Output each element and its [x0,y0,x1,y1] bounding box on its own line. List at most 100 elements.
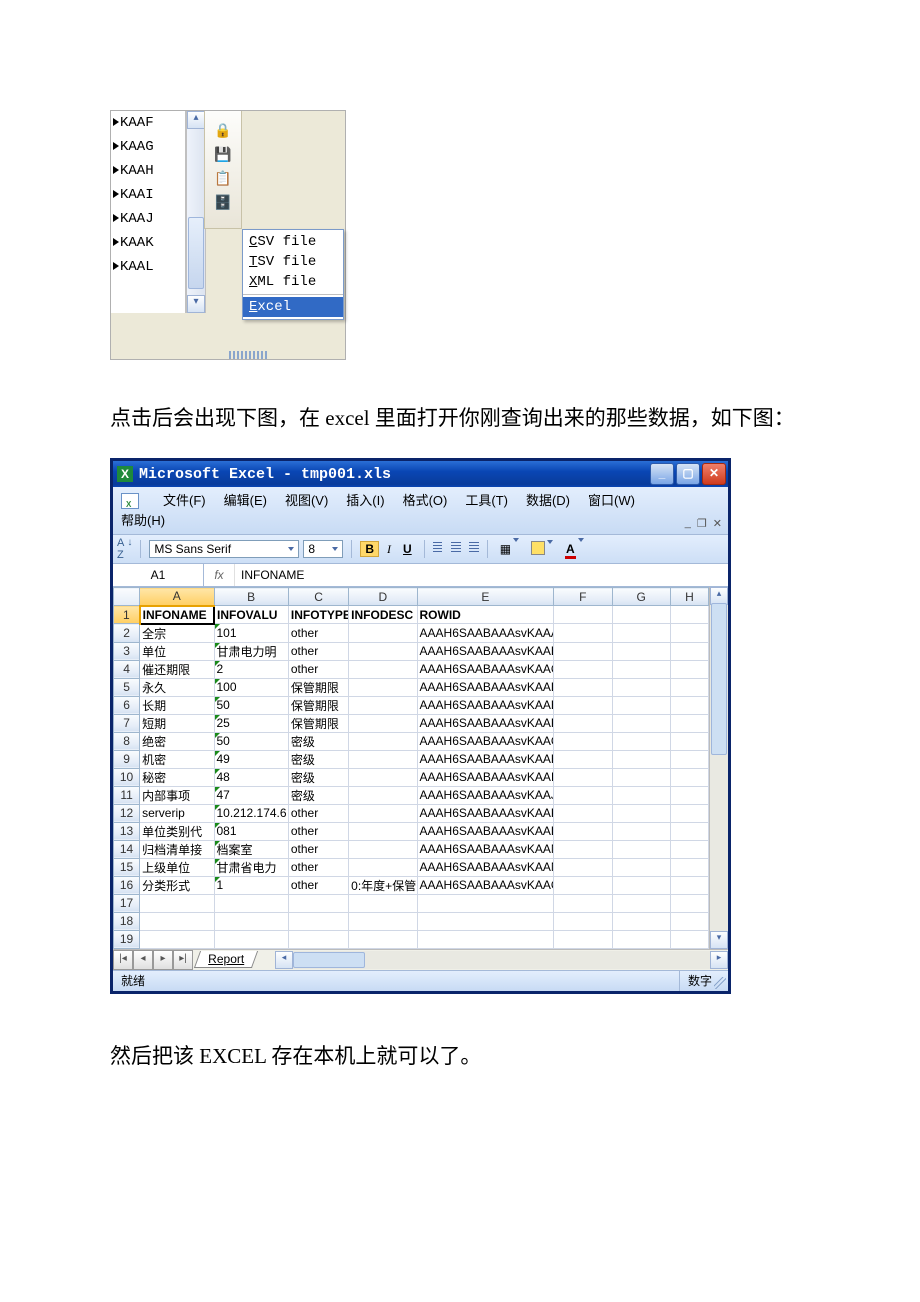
mdi-close-button[interactable]: ✕ [713,517,722,530]
bold-button[interactable]: B [360,541,379,557]
column-header[interactable]: B [214,588,288,606]
cell[interactable]: 永久 [140,678,214,696]
cell[interactable]: AAAH6SAABAAAsvKAAG [417,732,554,750]
cell[interactable]: AAAH6SAABAAAsvKAAA [417,624,554,643]
cell[interactable] [670,606,708,624]
cell[interactable] [349,624,417,643]
row-header[interactable]: 8 [114,732,140,750]
cell[interactable]: AAAH6SAABAAAsvKAAB [417,642,554,660]
borders-button[interactable]: ▦ [496,540,523,558]
cell[interactable] [349,660,417,678]
row-header[interactable]: 12 [114,804,140,822]
cell[interactable]: 单位 [140,642,214,660]
cell[interactable] [140,912,214,930]
cell[interactable]: ROWID [417,606,554,624]
menu-item-csv[interactable]: CSV file [243,232,343,252]
cell[interactable]: AAAH6SAABAAAsvKAAF [417,714,554,732]
cell[interactable]: 081 [214,822,288,840]
menu-format[interactable]: 格式(O) [403,491,448,511]
cell[interactable] [554,624,612,643]
cell[interactable] [670,804,708,822]
cell[interactable]: other [288,642,348,660]
cell[interactable] [670,840,708,858]
resize-grip[interactable] [714,977,726,989]
menu-file[interactable]: 文件(F) [163,491,206,511]
cell[interactable] [349,786,417,804]
cell[interactable] [612,714,670,732]
list-item[interactable]: KAAK [111,231,185,255]
cell[interactable]: serverip [140,804,214,822]
cell[interactable]: AAAH6SAABAAAsvKAAM [417,840,554,858]
list-item[interactable]: KAAI [111,183,185,207]
cell[interactable] [612,858,670,876]
cell[interactable] [349,930,417,948]
cell[interactable] [554,660,612,678]
menu-window[interactable]: 窗口(W) [588,491,635,511]
list-item[interactable]: KAAJ [111,207,185,231]
sheet-tab-report[interactable]: Report [194,951,258,968]
column-header[interactable]: G [612,588,670,606]
cell[interactable]: 48 [214,768,288,786]
mdi-restore-button[interactable]: ❐ [697,517,707,530]
cell[interactable] [612,804,670,822]
cell[interactable] [349,858,417,876]
cell[interactable] [670,894,708,912]
cell[interactable] [612,894,670,912]
cell[interactable]: 档案室 [214,840,288,858]
cell[interactable]: 101 [214,624,288,643]
save-icon[interactable]: 💾 [212,143,234,165]
column-header[interactable]: A [140,588,214,606]
cell[interactable] [214,894,288,912]
close-button[interactable]: ✕ [702,463,726,485]
minimize-button[interactable]: _ [650,463,674,485]
maximize-button[interactable]: ▢ [676,463,700,485]
formula-input[interactable]: INFONAME [235,564,728,586]
cell[interactable]: 47 [214,786,288,804]
row-header[interactable]: 6 [114,696,140,714]
fx-icon[interactable]: fx [204,564,235,586]
name-box[interactable]: A1 [113,564,204,586]
cell[interactable] [288,912,348,930]
menu-item-excel[interactable]: Excel [243,297,343,317]
spreadsheet-grid[interactable]: ABCDEFGH 1INFONAMEINFOVALUINFOTYPEINFODE… [113,587,709,949]
cell[interactable] [612,822,670,840]
cell[interactable]: AAAH6SAABAAAsvKAAI [417,768,554,786]
cell[interactable]: AAAH6SAABAAAsvKAAH [417,750,554,768]
scroll-up-button[interactable]: ▴ [187,111,205,129]
cell[interactable]: 10.212.174.6 [214,804,288,822]
cell[interactable]: 全宗 [140,624,214,643]
row-header[interactable]: 19 [114,930,140,948]
cell[interactable] [417,930,554,948]
cell[interactable]: 保管期限 [288,696,348,714]
cell[interactable] [554,678,612,696]
cell[interactable] [349,750,417,768]
cell[interactable] [670,876,708,894]
cell[interactable] [349,912,417,930]
resize-gripper[interactable] [229,351,269,359]
cell[interactable] [670,624,708,643]
cell[interactable] [612,606,670,624]
cell[interactable]: 归档清单接 [140,840,214,858]
row-header[interactable]: 9 [114,750,140,768]
row-header[interactable]: 18 [114,912,140,930]
cell[interactable]: 密级 [288,750,348,768]
cell[interactable] [612,876,670,894]
list-item[interactable]: KAAF [111,111,185,135]
cell[interactable]: 上级单位 [140,858,214,876]
row-header[interactable]: 5 [114,678,140,696]
cell[interactable]: INFODESC [349,606,417,624]
cell[interactable] [349,732,417,750]
cell[interactable] [554,804,612,822]
underline-button[interactable]: U [399,540,416,558]
cell[interactable] [349,678,417,696]
row-header[interactable]: 11 [114,786,140,804]
cell[interactable]: AAAH6SAABAAAsvKAAL [417,822,554,840]
cell[interactable] [670,696,708,714]
menu-insert[interactable]: 插入(I) [346,491,384,511]
cell[interactable]: 甘肃省电力 [214,858,288,876]
cell[interactable] [554,750,612,768]
cell[interactable] [612,678,670,696]
cell[interactable] [612,642,670,660]
cell[interactable] [612,732,670,750]
cell[interactable]: other [288,876,348,894]
